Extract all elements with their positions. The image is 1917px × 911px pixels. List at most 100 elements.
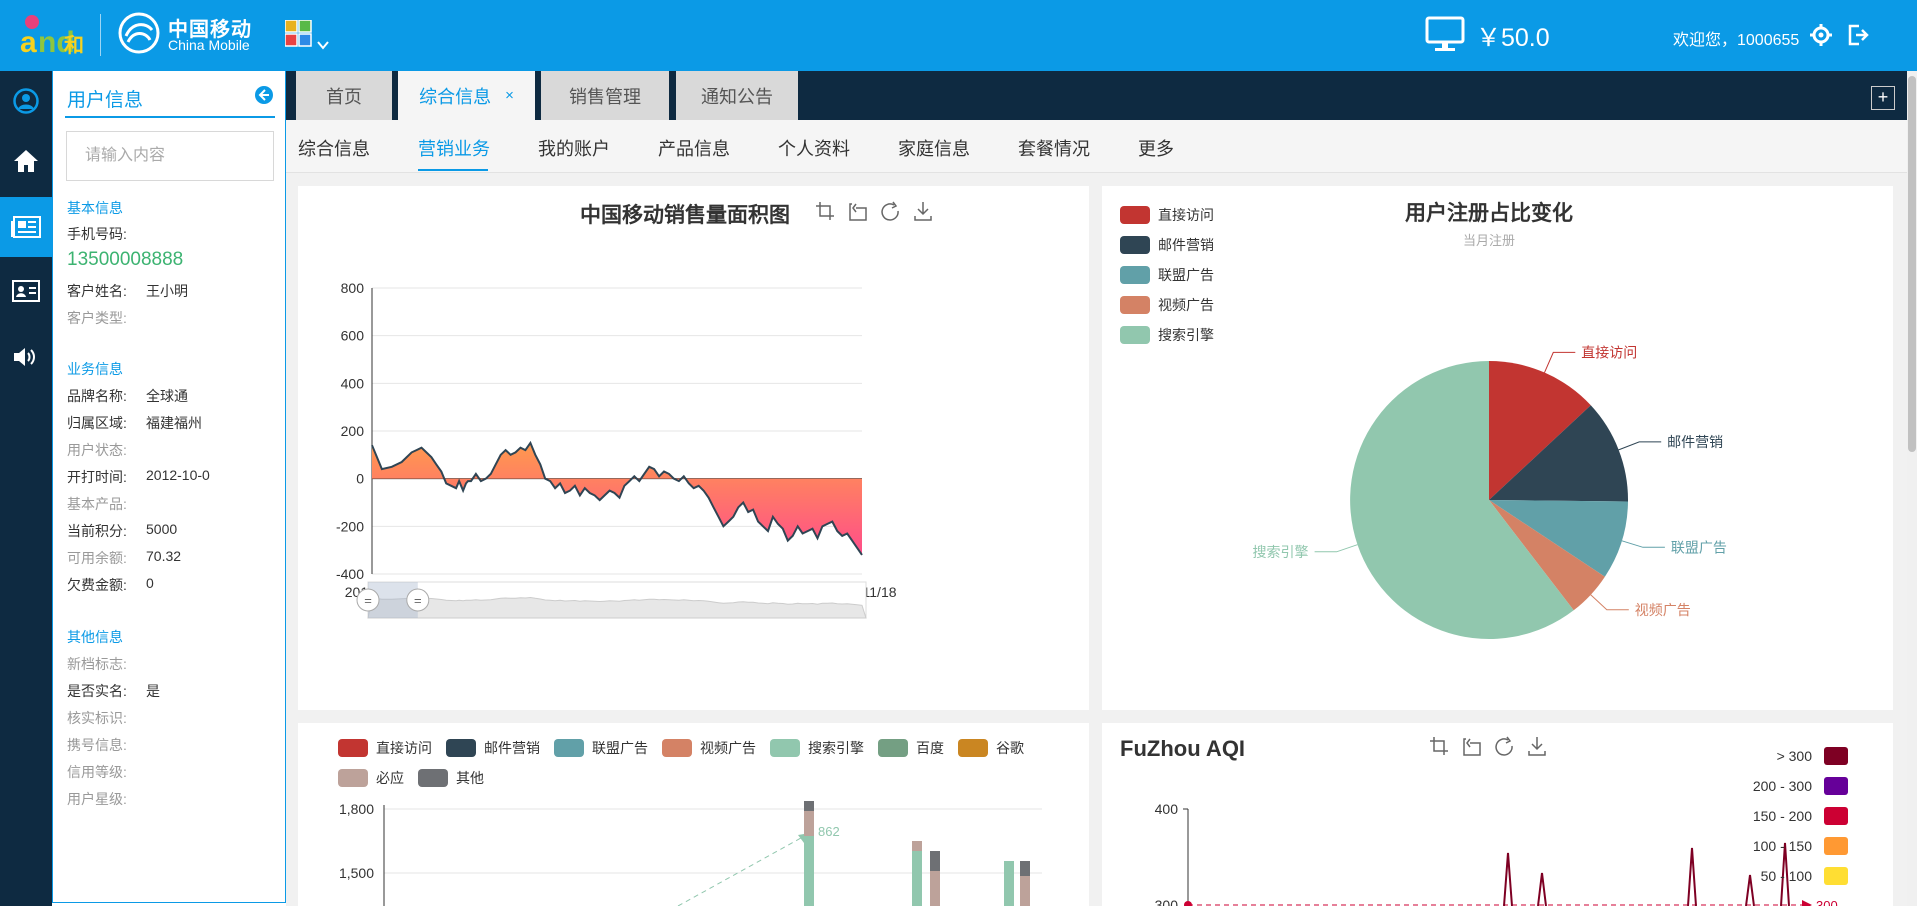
legend-label[interactable]: 视频广告 [1158,297,1214,313]
legend-label[interactable]: 邮件营销 [1158,237,1214,253]
legend-label[interactable]: 搜索引擎 [1158,327,1214,343]
legend-label[interactable]: 其他 [456,770,484,786]
undo-icon[interactable] [849,203,867,221]
legend-swatch[interactable] [1120,206,1150,224]
china-mobile-name-en: China Mobile [168,37,250,53]
annotation-label: 862 [818,824,840,839]
pie-legend: 直接访问邮件营销联盟广告视频广告搜索引擎 [1120,206,1214,344]
subnav-profile[interactable]: 个人资料 [778,135,850,161]
rail-item-user[interactable] [0,71,52,131]
subnav-family[interactable]: 家庭信息 [898,135,970,161]
bar[interactable] [912,851,922,906]
tab-sales[interactable]: 销售管理 [541,71,669,120]
bar[interactable] [804,801,814,811]
legend-swatch[interactable] [1120,326,1150,344]
gear-icon[interactable] [1810,24,1832,46]
markline-label: 300 [1816,898,1838,906]
refresh-icon[interactable] [881,201,899,221]
tab-overview[interactable]: 综合信息 × [398,71,535,120]
bar[interactable] [804,836,814,906]
area-fill [372,442,862,555]
bar[interactable] [930,871,940,906]
undo-icon[interactable] [1463,738,1481,756]
area-chart-zoom-slider[interactable]: = = [356,581,867,619]
slider-grip-icon: = [414,593,422,608]
bar[interactable] [804,811,814,836]
bar[interactable] [1020,876,1030,906]
tab-home[interactable]: 首页 [296,71,392,120]
legend-swatch[interactable] [554,739,584,757]
crop-icon[interactable] [816,202,834,220]
refresh-icon[interactable] [1495,736,1513,756]
bar[interactable] [912,841,922,851]
y-tick-label: 200 [341,423,365,439]
legend-swatch[interactable] [446,739,476,757]
add-tab-button[interactable]: + [1871,86,1895,110]
legend-swatch[interactable] [878,739,908,757]
visual-map-swatch[interactable] [1824,837,1848,855]
back-arrow-icon[interactable] [255,86,273,104]
aqi-chart: FuZhou AQI 400 300 300 > 300 200 - 300 150 -… [1120,736,1848,911]
visual-map-label[interactable]: 100 - 150 [1753,838,1812,854]
visual-map-label[interactable]: 150 - 200 [1753,808,1812,824]
points-label: 当前积分: [67,523,127,539]
legend-swatch[interactable] [1120,266,1150,284]
legend-swatch[interactable] [1120,236,1150,254]
news-icon [11,216,41,238]
tab-notice[interactable]: 通知公告 [676,71,798,120]
legend-label[interactable]: 联盟广告 [1158,267,1214,283]
legend-swatch[interactable] [338,769,368,787]
visual-map-swatch[interactable] [1824,777,1848,795]
legend-swatch[interactable] [958,739,988,757]
legend-label[interactable]: 百度 [916,740,944,756]
rail-item-news[interactable] [0,197,52,257]
legend-swatch[interactable] [770,739,800,757]
rail-item-sound[interactable] [0,327,52,387]
legend-label[interactable]: 搜索引擎 [808,740,864,756]
legend-label[interactable]: 必应 [376,770,404,786]
scrollbar-thumb[interactable] [1908,76,1916,452]
aqi-visual-map[interactable]: > 300 200 - 300 150 - 200 100 - 150 50 - 100 [1753,747,1848,885]
legend-swatch[interactable] [418,769,448,787]
bar[interactable] [1020,861,1030,876]
subnav-overview[interactable]: 综合信息 [298,135,370,161]
visual-map-swatch[interactable] [1824,807,1848,825]
subnav-product[interactable]: 产品信息 [658,135,730,161]
phone-value: 13500008888 [67,249,184,270]
subnav-marketing[interactable]: 营销业务 [418,135,490,161]
subnav-more[interactable]: 更多 [1138,135,1174,161]
pie-chart: 用户注册占比变化 当月注册 直接访问邮件营销联盟广告视频广告搜索引擎 直接访问邮… [1120,201,1727,639]
visual-map-swatch[interactable] [1824,867,1848,885]
visual-map-label[interactable]: > 300 [1777,748,1813,764]
download-icon[interactable] [1528,737,1546,756]
visual-map-label[interactable]: 50 - 100 [1761,868,1813,884]
area-chart-axes: 8006004002000-200-4002015/2/22016/1/1820… [336,280,897,600]
visual-map-swatch[interactable] [1824,747,1848,765]
legend-swatch[interactable] [662,739,692,757]
bar-chart-card: 直接访问 邮件营销 联盟广告 视频广告 搜索引擎 百度 谷歌 必应 其他 1,800 1,500 8… [298,723,1089,907]
y-tick-label: -200 [336,518,364,534]
close-icon[interactable]: × [505,87,514,104]
bar[interactable] [930,851,940,871]
legend-label[interactable]: 联盟广告 [592,740,648,756]
rail-item-home[interactable] [0,131,52,191]
y-tick-label: 400 [1155,801,1179,817]
legend-label[interactable]: 邮件营销 [484,740,540,756]
visual-map-label[interactable]: 200 - 300 [1753,778,1812,794]
subnav-package[interactable]: 套餐情况 [1018,135,1090,161]
legend-label[interactable]: 直接访问 [376,740,432,756]
rail-item-id-card[interactable] [0,261,52,321]
phone-label: 手机号码: [67,226,127,242]
bar[interactable] [1004,861,1014,906]
download-icon[interactable] [914,202,932,221]
search-input[interactable] [66,131,274,181]
legend-label[interactable]: 谷歌 [996,740,1024,756]
legend-swatch[interactable] [1120,296,1150,314]
subnav-account[interactable]: 我的账户 [538,135,610,161]
apps-grid-icon[interactable] [285,20,337,54]
legend-label[interactable]: 直接访问 [1158,207,1214,223]
crop-icon[interactable] [1430,737,1448,755]
legend-swatch[interactable] [338,739,368,757]
exit-icon[interactable] [1847,24,1871,46]
legend-label[interactable]: 视频广告 [700,740,756,756]
